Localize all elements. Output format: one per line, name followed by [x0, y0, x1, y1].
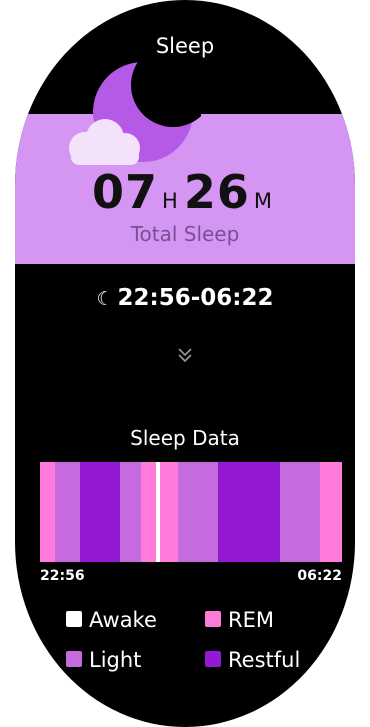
- legend-label-restful: Restful: [228, 648, 301, 672]
- rem-swatch: [205, 611, 221, 627]
- stage-segment-restful: [218, 462, 280, 562]
- minutes-value: 26: [183, 165, 250, 219]
- hours-unit: H: [162, 189, 178, 213]
- restful-swatch: [205, 651, 221, 667]
- stage-segment-light: [120, 462, 141, 562]
- legend-item-rem: REM: [205, 608, 274, 632]
- light-swatch: [66, 651, 82, 667]
- legend-item-restful: Restful: [205, 648, 300, 672]
- legend-label-light: Light: [89, 648, 142, 672]
- legend-label-rem: REM: [228, 608, 274, 632]
- stage-segment-restful: [80, 462, 120, 562]
- end-time-label: 06:22: [297, 568, 342, 584]
- legend-item-light: Light: [66, 648, 141, 672]
- legend-label-awake: Awake: [89, 608, 157, 632]
- stage-segment-light: [178, 462, 218, 562]
- screen-title: Sleep: [155, 34, 215, 58]
- double-chevron-down-icon[interactable]: [176, 346, 194, 364]
- stage-segment-light: [55, 462, 80, 562]
- cloud-icon: [69, 119, 140, 165]
- sleep-range-text: 22:56-06:22: [117, 285, 274, 311]
- minutes-unit: M: [253, 189, 272, 213]
- total-sleep-label: Total Sleep: [130, 222, 240, 246]
- stage-segment-rem: [160, 462, 178, 562]
- start-time-label: 22:56: [40, 568, 85, 584]
- sleep-stage-bar[interactable]: [40, 462, 342, 562]
- watch-screen: Sleep 07 H 26 M Total Sleep ☾ 22:56-06:22 Sl…: [15, 0, 355, 727]
- legend-item-awake: Awake: [66, 608, 157, 632]
- stage-segment-light: [280, 462, 320, 562]
- stage-segment-rem: [320, 462, 342, 562]
- hours-value: 07: [92, 165, 159, 219]
- stage-segment-rem: [40, 462, 55, 562]
- moon-icon: ☾: [96, 288, 114, 310]
- awake-swatch: [66, 611, 82, 627]
- sleep-time-range: ☾ 22:56-06:22: [15, 285, 355, 311]
- stage-segment-rem: [141, 462, 156, 562]
- sleep-data-title: Sleep Data: [130, 426, 240, 450]
- total-sleep-duration: 07 H 26 M: [15, 165, 355, 219]
